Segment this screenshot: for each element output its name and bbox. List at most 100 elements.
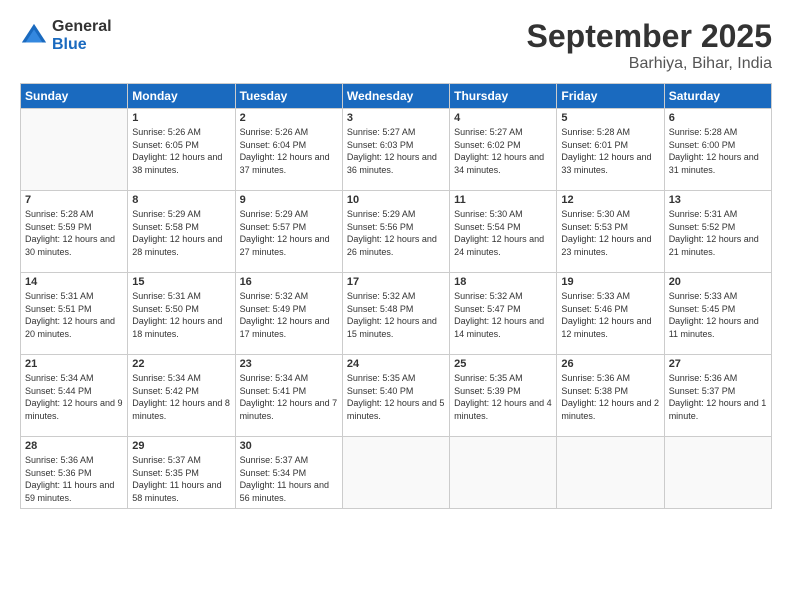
- calendar-week-row: 21 Sunrise: 5:34 AM Sunset: 5:44 PM Dayl…: [21, 355, 772, 437]
- day-number: 18: [454, 276, 552, 288]
- calendar-cell: 24 Sunrise: 5:35 AM Sunset: 5:40 PM Dayl…: [342, 355, 449, 437]
- calendar-cell: [21, 109, 128, 191]
- calendar-week-row: 28 Sunrise: 5:36 AM Sunset: 5:36 PM Dayl…: [21, 437, 772, 509]
- day-number: 6: [669, 112, 767, 124]
- day-number: 8: [132, 194, 230, 206]
- cell-content: Sunrise: 5:34 AM Sunset: 5:44 PM Dayligh…: [25, 372, 123, 422]
- cell-content: Sunrise: 5:36 AM Sunset: 5:36 PM Dayligh…: [25, 454, 123, 504]
- calendar-cell: 28 Sunrise: 5:36 AM Sunset: 5:36 PM Dayl…: [21, 437, 128, 509]
- day-number: 16: [240, 276, 338, 288]
- calendar-cell: 14 Sunrise: 5:31 AM Sunset: 5:51 PM Dayl…: [21, 273, 128, 355]
- cell-content: Sunrise: 5:35 AM Sunset: 5:39 PM Dayligh…: [454, 372, 552, 422]
- calendar-cell: 19 Sunrise: 5:33 AM Sunset: 5:46 PM Dayl…: [557, 273, 664, 355]
- calendar-cell: 1 Sunrise: 5:26 AM Sunset: 6:05 PM Dayli…: [128, 109, 235, 191]
- calendar-cell: 17 Sunrise: 5:32 AM Sunset: 5:48 PM Dayl…: [342, 273, 449, 355]
- day-number: 9: [240, 194, 338, 206]
- calendar-cell: 29 Sunrise: 5:37 AM Sunset: 5:35 PM Dayl…: [128, 437, 235, 509]
- day-number: 26: [561, 358, 659, 370]
- calendar-cell: 12 Sunrise: 5:30 AM Sunset: 5:53 PM Dayl…: [557, 191, 664, 273]
- cell-content: Sunrise: 5:37 AM Sunset: 5:35 PM Dayligh…: [132, 454, 230, 504]
- weekday-header-tuesday: Tuesday: [235, 84, 342, 109]
- logo-blue: Blue: [52, 36, 112, 54]
- calendar-cell: 6 Sunrise: 5:28 AM Sunset: 6:00 PM Dayli…: [664, 109, 771, 191]
- calendar-cell: 27 Sunrise: 5:36 AM Sunset: 5:37 PM Dayl…: [664, 355, 771, 437]
- calendar-cell: 16 Sunrise: 5:32 AM Sunset: 5:49 PM Dayl…: [235, 273, 342, 355]
- calendar-cell: 10 Sunrise: 5:29 AM Sunset: 5:56 PM Dayl…: [342, 191, 449, 273]
- cell-content: Sunrise: 5:28 AM Sunset: 5:59 PM Dayligh…: [25, 208, 123, 258]
- calendar-cell: 9 Sunrise: 5:29 AM Sunset: 5:57 PM Dayli…: [235, 191, 342, 273]
- cell-content: Sunrise: 5:36 AM Sunset: 5:37 PM Dayligh…: [669, 372, 767, 422]
- day-number: 17: [347, 276, 445, 288]
- day-number: 2: [240, 112, 338, 124]
- calendar-cell: 4 Sunrise: 5:27 AM Sunset: 6:02 PM Dayli…: [450, 109, 557, 191]
- day-number: 7: [25, 194, 123, 206]
- calendar-cell: 25 Sunrise: 5:35 AM Sunset: 5:39 PM Dayl…: [450, 355, 557, 437]
- calendar-cell: 3 Sunrise: 5:27 AM Sunset: 6:03 PM Dayli…: [342, 109, 449, 191]
- cell-content: Sunrise: 5:31 AM Sunset: 5:52 PM Dayligh…: [669, 208, 767, 258]
- cell-content: Sunrise: 5:33 AM Sunset: 5:46 PM Dayligh…: [561, 290, 659, 340]
- day-number: 21: [25, 358, 123, 370]
- calendar-cell: 30 Sunrise: 5:37 AM Sunset: 5:34 PM Dayl…: [235, 437, 342, 509]
- logo-icon: [20, 22, 48, 50]
- day-number: 10: [347, 194, 445, 206]
- cell-content: Sunrise: 5:30 AM Sunset: 5:54 PM Dayligh…: [454, 208, 552, 258]
- calendar-page: General Blue September 2025 Barhiya, Bih…: [0, 0, 792, 612]
- logo: General Blue: [20, 18, 112, 53]
- cell-content: Sunrise: 5:26 AM Sunset: 6:05 PM Dayligh…: [132, 126, 230, 176]
- calendar-cell: 23 Sunrise: 5:34 AM Sunset: 5:41 PM Dayl…: [235, 355, 342, 437]
- day-number: 25: [454, 358, 552, 370]
- calendar-cell: 21 Sunrise: 5:34 AM Sunset: 5:44 PM Dayl…: [21, 355, 128, 437]
- cell-content: Sunrise: 5:27 AM Sunset: 6:03 PM Dayligh…: [347, 126, 445, 176]
- cell-content: Sunrise: 5:34 AM Sunset: 5:42 PM Dayligh…: [132, 372, 230, 422]
- cell-content: Sunrise: 5:30 AM Sunset: 5:53 PM Dayligh…: [561, 208, 659, 258]
- day-number: 5: [561, 112, 659, 124]
- cell-content: Sunrise: 5:31 AM Sunset: 5:50 PM Dayligh…: [132, 290, 230, 340]
- calendar-cell: [557, 437, 664, 509]
- calendar-cell: [664, 437, 771, 509]
- weekday-header-row: SundayMondayTuesdayWednesdayThursdayFrid…: [21, 84, 772, 109]
- calendar-cell: 22 Sunrise: 5:34 AM Sunset: 5:42 PM Dayl…: [128, 355, 235, 437]
- logo-general: General: [52, 18, 112, 36]
- cell-content: Sunrise: 5:29 AM Sunset: 5:58 PM Dayligh…: [132, 208, 230, 258]
- day-number: 4: [454, 112, 552, 124]
- cell-content: Sunrise: 5:28 AM Sunset: 6:01 PM Dayligh…: [561, 126, 659, 176]
- cell-content: Sunrise: 5:34 AM Sunset: 5:41 PM Dayligh…: [240, 372, 338, 422]
- cell-content: Sunrise: 5:27 AM Sunset: 6:02 PM Dayligh…: [454, 126, 552, 176]
- cell-content: Sunrise: 5:28 AM Sunset: 6:00 PM Dayligh…: [669, 126, 767, 176]
- calendar-cell: 7 Sunrise: 5:28 AM Sunset: 5:59 PM Dayli…: [21, 191, 128, 273]
- day-number: 3: [347, 112, 445, 124]
- day-number: 24: [347, 358, 445, 370]
- day-number: 12: [561, 194, 659, 206]
- calendar-week-row: 1 Sunrise: 5:26 AM Sunset: 6:05 PM Dayli…: [21, 109, 772, 191]
- cell-content: Sunrise: 5:35 AM Sunset: 5:40 PM Dayligh…: [347, 372, 445, 422]
- day-number: 1: [132, 112, 230, 124]
- day-number: 19: [561, 276, 659, 288]
- calendar-table: SundayMondayTuesdayWednesdayThursdayFrid…: [20, 83, 772, 509]
- day-number: 23: [240, 358, 338, 370]
- cell-content: Sunrise: 5:26 AM Sunset: 6:04 PM Dayligh…: [240, 126, 338, 176]
- calendar-cell: 20 Sunrise: 5:33 AM Sunset: 5:45 PM Dayl…: [664, 273, 771, 355]
- day-number: 29: [132, 440, 230, 452]
- location: Barhiya, Bihar, India: [527, 55, 772, 73]
- calendar-week-row: 7 Sunrise: 5:28 AM Sunset: 5:59 PM Dayli…: [21, 191, 772, 273]
- cell-content: Sunrise: 5:29 AM Sunset: 5:56 PM Dayligh…: [347, 208, 445, 258]
- cell-content: Sunrise: 5:29 AM Sunset: 5:57 PM Dayligh…: [240, 208, 338, 258]
- day-number: 28: [25, 440, 123, 452]
- calendar-cell: [342, 437, 449, 509]
- calendar-cell: [450, 437, 557, 509]
- weekday-header-monday: Monday: [128, 84, 235, 109]
- day-number: 15: [132, 276, 230, 288]
- calendar-cell: 15 Sunrise: 5:31 AM Sunset: 5:50 PM Dayl…: [128, 273, 235, 355]
- cell-content: Sunrise: 5:32 AM Sunset: 5:47 PM Dayligh…: [454, 290, 552, 340]
- cell-content: Sunrise: 5:36 AM Sunset: 5:38 PM Dayligh…: [561, 372, 659, 422]
- logo-text: General Blue: [52, 18, 112, 53]
- calendar-cell: 2 Sunrise: 5:26 AM Sunset: 6:04 PM Dayli…: [235, 109, 342, 191]
- day-number: 30: [240, 440, 338, 452]
- weekday-header-wednesday: Wednesday: [342, 84, 449, 109]
- title-section: September 2025 Barhiya, Bihar, India: [527, 18, 772, 73]
- weekday-header-saturday: Saturday: [664, 84, 771, 109]
- cell-content: Sunrise: 5:32 AM Sunset: 5:48 PM Dayligh…: [347, 290, 445, 340]
- weekday-header-friday: Friday: [557, 84, 664, 109]
- day-number: 22: [132, 358, 230, 370]
- calendar-week-row: 14 Sunrise: 5:31 AM Sunset: 5:51 PM Dayl…: [21, 273, 772, 355]
